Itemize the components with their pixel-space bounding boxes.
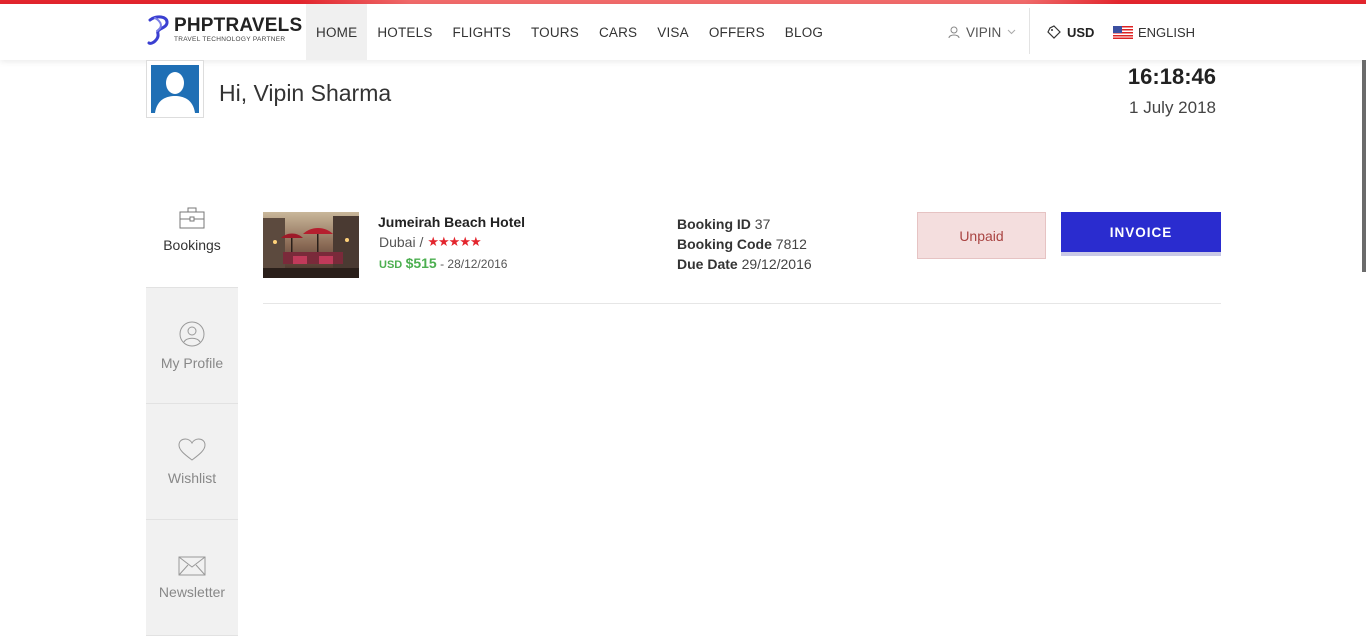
- logo-icon: [147, 15, 169, 45]
- tag-icon: [1047, 25, 1061, 39]
- nav-visa[interactable]: VISA: [647, 4, 699, 60]
- language-selector[interactable]: ENGLISH: [1113, 4, 1195, 60]
- sidebar-item-label: My Profile: [160, 354, 224, 371]
- nav-cars[interactable]: CARS: [589, 4, 647, 60]
- booking-id-value: 37: [754, 216, 771, 232]
- user-icon: [948, 26, 960, 38]
- unpaid-status-button[interactable]: Unpaid: [917, 212, 1046, 259]
- briefcase-icon: [179, 207, 205, 228]
- sidebar-item-label: Wishlist: [167, 469, 217, 486]
- hotel-location: Dubai / ★★★★★: [379, 234, 482, 250]
- invoice-button[interactable]: INVOICE: [1061, 212, 1221, 256]
- price-line: USD $515 - 28/12/2016: [379, 255, 507, 271]
- sidebar-item-label: Bookings: [163, 236, 221, 253]
- booking-code-label: Booking Code: [677, 236, 772, 252]
- clock-date: 1 July 2018: [1129, 98, 1216, 117]
- chevron-down-icon: [1007, 29, 1016, 35]
- avatar-image: [151, 65, 199, 113]
- price-amount: $515: [405, 255, 437, 271]
- nav-flights[interactable]: FLIGHTS: [443, 4, 521, 60]
- currency-label: USD: [1067, 24, 1095, 40]
- sidebar-item-bookings[interactable]: Bookings: [146, 172, 238, 288]
- currency-selector[interactable]: USD: [1047, 4, 1094, 60]
- hotel-name-link[interactable]: Jumeirah Beach Hotel: [378, 214, 525, 230]
- clock-time: 16:18:46: [1127, 64, 1216, 89]
- hotel-city: Dubai /: [379, 234, 424, 250]
- due-date-label: Due Date: [677, 256, 738, 272]
- nav-hotels[interactable]: HOTELS: [367, 4, 442, 60]
- booking-id-label: Booking ID: [677, 216, 751, 232]
- account-sidebar: Bookings My Profile Wishlist Newsletter: [146, 172, 238, 636]
- sidebar-item-my-profile[interactable]: My Profile: [146, 288, 238, 404]
- sidebar-item-label: Newsletter: [158, 583, 226, 600]
- hotel-thumbnail[interactable]: [263, 212, 359, 278]
- due-date-row: Due Date 29/12/2016: [677, 254, 812, 274]
- nav-tours[interactable]: TOURS: [521, 4, 589, 60]
- brand-name: PHPTRAVELS: [174, 15, 303, 36]
- due-date-value: 29/12/2016: [741, 256, 812, 272]
- header-divider: [1029, 8, 1030, 54]
- us-flag-icon: [1113, 25, 1133, 39]
- brand-tagline: TRAVEL TECHNOLOGY PARTNER: [174, 36, 286, 43]
- nav-blog[interactable]: BLOG: [775, 4, 833, 60]
- header: PHPTRAVELS TRAVEL TECHNOLOGY PARTNER HOM…: [0, 4, 1366, 60]
- brand-logo[interactable]: PHPTRAVELS TRAVEL TECHNOLOGY PARTNER: [146, 14, 302, 48]
- greeting-text: Hi, Vipin Sharma: [219, 80, 392, 106]
- page-scrollbar[interactable]: [1362, 60, 1366, 272]
- price-separator: -: [436, 257, 448, 271]
- profile-icon: [179, 321, 205, 346]
- main-nav: HOME HOTELS FLIGHTS TOURS CARS VISA OFFE…: [306, 4, 833, 60]
- nav-offers[interactable]: OFFERS: [699, 4, 775, 60]
- hotel-photo: [263, 212, 359, 278]
- nav-home[interactable]: HOME: [306, 4, 368, 60]
- booking-meta: Booking ID 37 Booking Code 7812 Due Date…: [677, 214, 812, 274]
- heart-icon: [178, 437, 206, 461]
- user-menu[interactable]: VIPIN: [948, 4, 1016, 60]
- envelope-icon: [178, 556, 206, 575]
- star-rating: ★★★★★: [427, 234, 481, 249]
- language-label: ENGLISH: [1138, 24, 1196, 40]
- avatar: [146, 60, 204, 118]
- booking-code-value: 7812: [775, 236, 807, 252]
- check-in-date: 28/12/2016: [447, 257, 508, 271]
- user-menu-label: VIPIN: [966, 24, 1002, 40]
- sidebar-item-newsletter[interactable]: Newsletter: [146, 520, 238, 636]
- price-currency: USD: [379, 259, 403, 271]
- sidebar-item-wishlist[interactable]: Wishlist: [146, 404, 238, 520]
- booking-id-row: Booking ID 37: [677, 214, 812, 234]
- booking-row: Jumeirah Beach Hotel Dubai / ★★★★★ USD $…: [263, 212, 1221, 304]
- user-silhouette-icon: [155, 72, 195, 113]
- booking-code-row: Booking Code 7812: [677, 234, 812, 254]
